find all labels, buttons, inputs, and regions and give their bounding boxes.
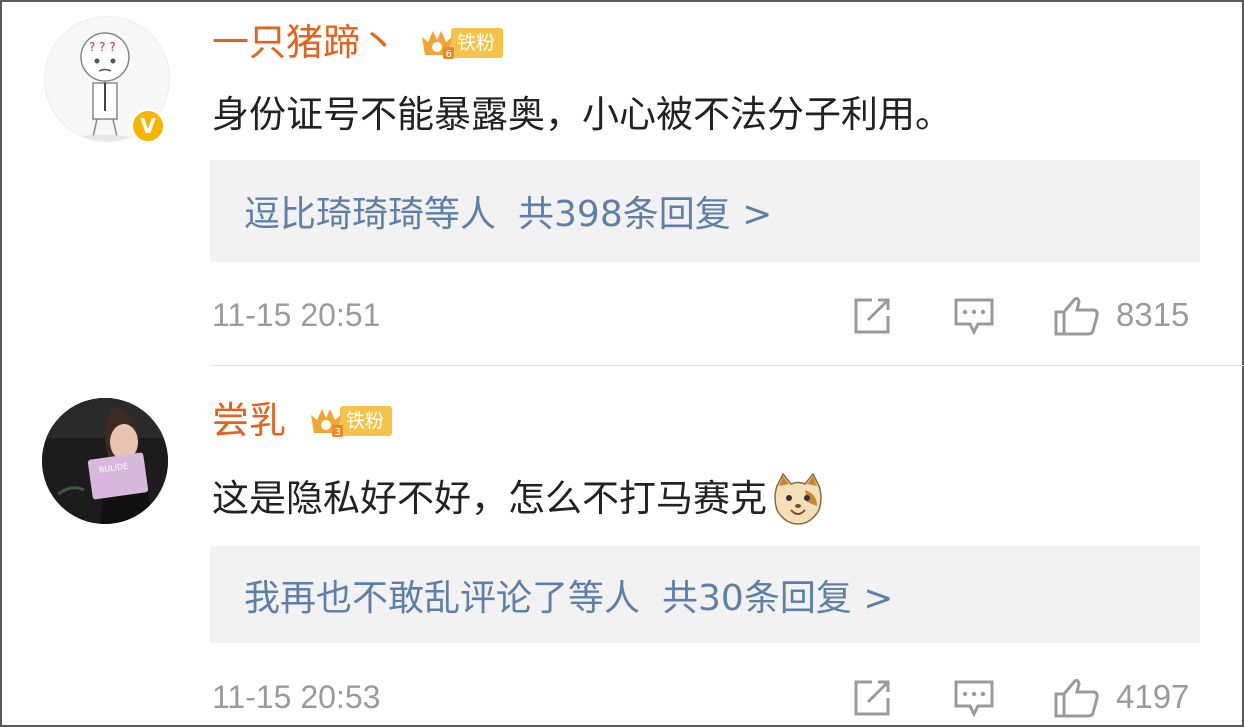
reply-users: 逗比琦琦琦等人 [244,194,497,235]
username[interactable]: 一只猪蹄丶 [212,18,397,68]
reply-count-link[interactable]: 共30条回复 > [662,569,893,621]
crown-icon: 3 [308,403,344,439]
avatar[interactable]: RULIDE [42,398,168,524]
timestamp: 11-15 20:53 [212,679,381,715]
fan-label: 铁粉 [451,28,504,58]
reply-preview-text[interactable]: 我再也不敢乱评论了等人 共30条回复 > [244,546,893,643]
reply-preview[interactable]: 逗比琦琦琦等人 共398条回复 > [210,160,1200,262]
share-icon[interactable] [850,296,894,336]
fan-label: 铁粉 [340,406,393,436]
timestamp: 11-15 20:51 [212,297,381,333]
like-count: 8315 [1116,296,1190,333]
verified-badge-icon: V [130,108,166,144]
fan-level: 6 [446,49,452,60]
like-icon[interactable] [1052,296,1100,336]
username[interactable]: 尝乳 [212,396,286,446]
fan-badge[interactable]: 6 铁粉 [419,25,504,61]
username-row: 一只猪蹄丶 6 铁粉 [212,18,504,68]
comment-text: 身份证号不能暴露奥，小心被不法分子利用。 [212,93,952,136]
reply-preview[interactable]: 我再也不敢乱评论了等人 共30条回复 > [210,546,1200,643]
crown-icon: 6 [419,25,455,61]
comment-meta: 11-15 20:53 4197 [210,672,1244,722]
share-icon[interactable] [850,678,894,718]
reply-preview-text[interactable]: 逗比琦琦琦等人 共398条回复 > [244,160,772,262]
cat-face-emoji-icon [771,472,825,526]
comment-text: 这是隐私好不好，怎么不打马赛克 [212,477,767,520]
svg-text:? ? ?: ? ? ? [89,40,116,54]
reply-count-link[interactable]: 共398条回复 > [518,185,772,237]
comment-icon[interactable] [952,678,996,718]
comment-meta: 11-15 20:51 8315 [210,290,1244,340]
fan-badge[interactable]: 3 铁粉 [308,403,393,439]
comment-icon[interactable] [952,296,996,336]
reply-users: 我再也不敢乱评论了等人 [244,577,641,619]
like-icon[interactable] [1052,678,1100,718]
like-count: 4197 [1116,678,1190,715]
comment-item: RULIDE 尝乳 3 铁粉 这是隐私好不好，怎么不打马赛克 我再也不敢乱评论了… [0,366,1244,727]
comment-item: ? ? ? V 一只猪蹄丶 6 铁粉 身份证号不能暴露奥，小心被不法分子利用。 … [0,0,1244,366]
fan-level: 3 [335,427,341,438]
username-row: 尝乳 3 铁粉 [212,396,393,446]
comment-text-row: 这是隐私好不好，怎么不打马赛克 [212,472,825,526]
